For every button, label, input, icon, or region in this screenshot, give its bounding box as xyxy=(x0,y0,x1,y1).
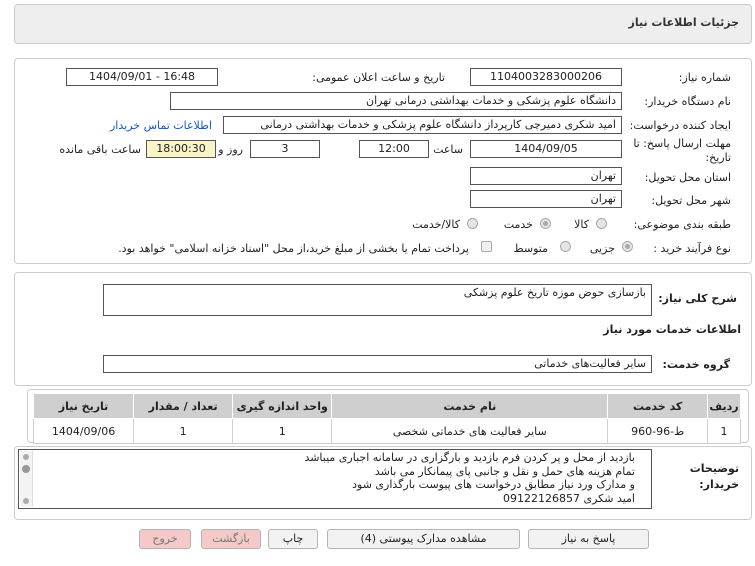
notes-scrollbar[interactable] xyxy=(20,451,33,507)
cell-quantity: 1 xyxy=(133,418,234,444)
category-service-radio[interactable] xyxy=(540,218,551,229)
col-service-code: کد خدمت xyxy=(607,393,709,419)
cell-service-name: سایر فعالیت های خدماتی شخصی xyxy=(331,418,609,444)
need-number-field: 1104003283000206 xyxy=(470,68,622,86)
creator-field: امید شکری دمیرچی کارپرداز دانشگاه علوم پ… xyxy=(223,116,622,134)
need-info-panel xyxy=(14,58,752,264)
process-medium-label: متوسط xyxy=(513,242,548,255)
remaining-time-label: ساعت باقی مانده xyxy=(59,143,141,156)
process-partial-radio[interactable] xyxy=(622,241,633,252)
cell-unit: 1 xyxy=(232,418,333,444)
back-button[interactable]: بازگشت xyxy=(201,529,261,549)
table-header-row: ردیف کد خدمت نام خدمت واحد اندازه گیری ت… xyxy=(32,393,741,419)
remaining-time-field: 18:00:30 xyxy=(146,140,216,158)
announce-date-label: تاریخ و ساعت اعلان عمومی: xyxy=(312,71,445,84)
announce-date-field: 1404/09/01 - 16:48 xyxy=(66,68,218,86)
col-unit: واحد اندازه گیری xyxy=(232,393,333,419)
deadline-time-field: 12:00 xyxy=(359,140,429,158)
creator-label: ایجاد کننده درخواست: xyxy=(629,119,731,132)
deadline-label-2: تاریخ: xyxy=(705,151,731,164)
category-goods-label: کالا xyxy=(574,218,589,231)
reply-button[interactable]: پاسخ به نیاز xyxy=(528,529,649,549)
summary-label: شرح کلی نیاز: xyxy=(658,292,737,305)
cell-service-code: ط-96-960 xyxy=(607,418,709,444)
services-table: ردیف کد خدمت نام خدمت واحد اندازه گیری ت… xyxy=(32,393,741,444)
services-section-title: اطلاعات خدمات مورد نیاز xyxy=(603,323,741,336)
col-row-number: ردیف xyxy=(707,393,741,419)
category-goods-radio[interactable] xyxy=(596,218,607,229)
category-label: طبقه بندی موضوعی: xyxy=(633,218,731,231)
page-title: جزئیات اطلاعات نیاز xyxy=(628,16,740,29)
buyer-notes-label: توضیحات xyxy=(689,462,739,475)
service-group-label: گروه خدمت: xyxy=(662,358,730,371)
col-quantity: تعداد / مقدار xyxy=(133,393,234,419)
buyer-notes-label-2: خریدار: xyxy=(699,478,739,491)
service-group-field: سایر فعالیت‌های خدماتی xyxy=(103,355,652,373)
need-number-label: شماره نیاز: xyxy=(678,71,731,84)
category-service-label: خدمت xyxy=(503,218,533,231)
buyer-org-label: نام دستگاه خریدار: xyxy=(644,95,731,108)
province-label: استان محل تحویل: xyxy=(644,171,731,184)
cell-row-number: 1 xyxy=(707,418,741,444)
days-remaining-field: 3 xyxy=(250,140,320,158)
exit-button[interactable]: خروج xyxy=(139,529,191,549)
notes-line: امید شکری 09122126857 xyxy=(503,491,635,505)
cell-need-date: 1404/09/06 xyxy=(32,418,135,444)
category-both-label: کالا/خدمت xyxy=(412,218,460,231)
treasury-payment-checkbox[interactable] xyxy=(481,241,492,252)
treasury-payment-note: پرداخت تمام یا بخشی از مبلغ خرید،از محل … xyxy=(118,242,469,255)
notes-line: و مدارک ورد نیاز مطابق درخواست های پیوست… xyxy=(352,478,635,491)
process-medium-radio[interactable] xyxy=(560,241,571,252)
buyer-contact-link[interactable]: اطلاعات تماس خریدار xyxy=(110,119,212,132)
notes-line: تمام هزینه های حمل و نقل و جانبی پای پیم… xyxy=(374,464,635,478)
col-service-name: نام خدمت xyxy=(331,393,609,419)
process-type-label: نوع فرآیند خرید : xyxy=(653,242,731,255)
city-label: شهر محل تحویل: xyxy=(651,194,731,207)
col-need-date: تاریخ نیاز xyxy=(32,393,135,419)
deadline-date-field: 1404/09/05 xyxy=(470,140,622,158)
province-field: تهران xyxy=(470,167,622,185)
buyer-notes-field[interactable]: بازدید از محل و پر کردن فرم بازدید و بار… xyxy=(18,449,652,509)
page-header: جزئیات اطلاعات نیاز xyxy=(14,4,752,44)
buyer-org-field: دانشگاه علوم پزشکی و خدمات بهداشتی درمان… xyxy=(170,92,622,110)
city-field: تهران xyxy=(470,190,622,208)
deadline-time-label: ساعت xyxy=(433,143,463,156)
print-button[interactable]: چاپ xyxy=(268,529,318,549)
days-label: روز و xyxy=(218,143,243,156)
summary-field: بازسازی حوض موزه تاریخ علوم پزشکی xyxy=(103,284,652,316)
process-partial-label: جزیی xyxy=(589,242,615,255)
view-attachments-button[interactable]: مشاهده مدارک پیوستی (4) xyxy=(327,529,520,549)
notes-line: بازدید از محل و پر کردن فرم بازدید و بار… xyxy=(304,451,635,464)
category-both-radio[interactable] xyxy=(467,218,478,229)
deadline-label: مهلت ارسال پاسخ: تا xyxy=(633,137,731,150)
table-row: 1 ط-96-960 سایر فعالیت های خدماتی شخصی 1… xyxy=(32,418,741,444)
